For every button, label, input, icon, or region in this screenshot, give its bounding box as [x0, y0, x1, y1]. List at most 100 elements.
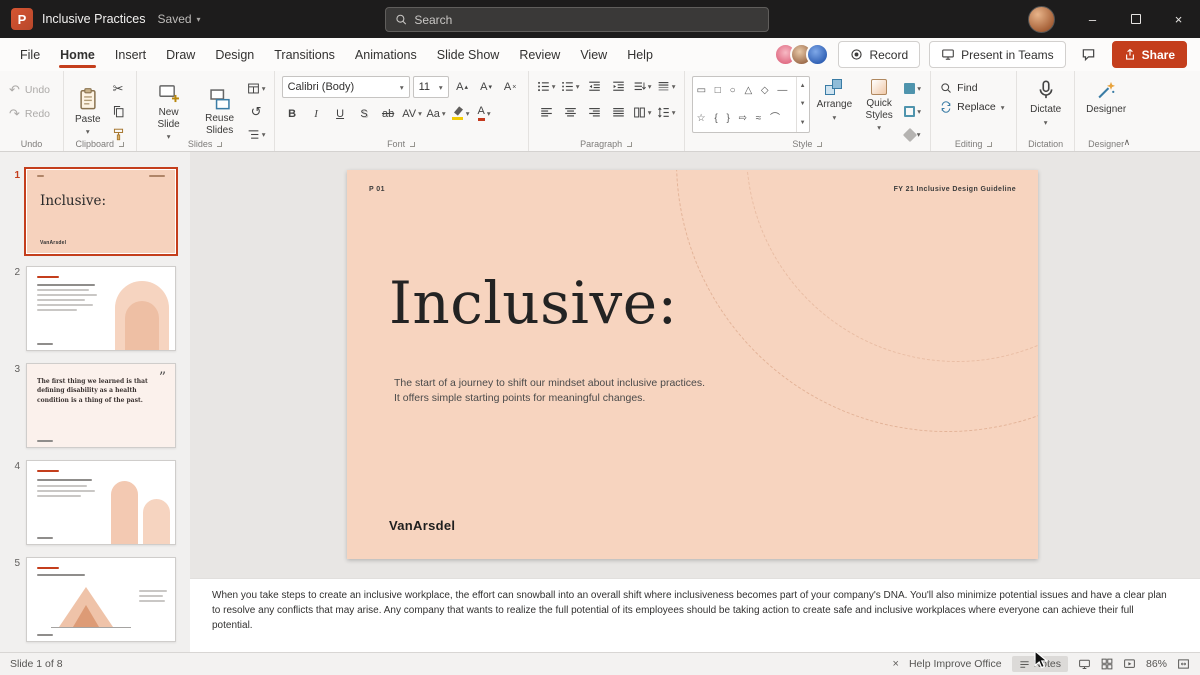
slide-thumbnail-preview[interactable] — [26, 266, 176, 351]
shape-outline-button[interactable]: ▾ — [902, 101, 923, 122]
gallery-more-button[interactable]: ▼ — [797, 114, 809, 132]
record-button[interactable]: Record — [838, 41, 920, 68]
notes-toggle-button[interactable]: Notes — [1012, 656, 1068, 672]
slide-layout-button[interactable]: ▾ — [246, 78, 267, 99]
designer-button[interactable]: Designer — [1082, 76, 1130, 116]
maximize-button[interactable] — [1114, 0, 1157, 38]
align-right-button[interactable] — [584, 102, 605, 123]
search-box[interactable] — [385, 7, 769, 32]
speaker-notes-text[interactable]: When you take steps to create an inclusi… — [212, 588, 1170, 633]
redo-button[interactable]: ↷ Redo — [9, 106, 54, 122]
tab-home[interactable]: Home — [50, 38, 105, 71]
decrease-font-size-button[interactable]: A▾ — [476, 77, 497, 98]
font-family-select[interactable]: Calibri (Body) ▾ — [282, 76, 410, 98]
dictate-button[interactable]: Dictate ▾ — [1024, 76, 1067, 127]
slideshow-view-button[interactable] — [1123, 658, 1136, 670]
slides-dialog-launcher[interactable] — [217, 142, 222, 147]
text-direction-button[interactable]: ▾ — [632, 76, 653, 97]
quick-styles-button[interactable]: Quick Styles ▾ — [859, 76, 899, 133]
tab-slide-show[interactable]: Slide Show — [427, 38, 510, 71]
slide-thumbnail-2[interactable]: 2 — [8, 266, 190, 351]
reset-slide-button[interactable]: ↺ — [246, 101, 267, 122]
reuse-slides-button[interactable]: Reuse Slides — [197, 85, 243, 136]
comments-button[interactable] — [1075, 41, 1103, 68]
fit-slide-to-window-button[interactable] — [1177, 658, 1190, 670]
slide-thumbnail-preview[interactable]: The first thing we learned is that defin… — [26, 363, 176, 448]
slide-thumbnail-preview[interactable]: Inclusive: VanArsdel — [26, 169, 176, 254]
tab-view[interactable]: View — [570, 38, 617, 71]
coauthor-avatar[interactable] — [806, 43, 829, 66]
undo-button[interactable]: ↶ Undo — [9, 82, 54, 98]
decrease-indent-button[interactable] — [584, 76, 605, 97]
gallery-up-button[interactable]: ▲ — [797, 77, 809, 95]
style-dialog-launcher[interactable] — [817, 142, 822, 147]
text-shadow-button[interactable]: S — [354, 103, 375, 124]
shapes-gallery[interactable]: ▭ □ ○ △ ◇ — ☆ { } ⇨ ≈ ⌒ ▲ ▼ ▼ — [692, 76, 810, 133]
clear-formatting-button[interactable]: A× — [500, 77, 521, 98]
notes-pane[interactable]: When you take steps to create an inclusi… — [190, 578, 1200, 652]
share-button[interactable]: Share — [1112, 41, 1187, 68]
tab-help[interactable]: Help — [617, 38, 663, 71]
paste-button[interactable]: Paste ▾ — [71, 84, 105, 137]
replace-button[interactable]: Replace ▾ — [940, 101, 1007, 113]
tab-file[interactable]: File — [10, 38, 50, 71]
tab-draw[interactable]: Draw — [156, 38, 205, 71]
new-slide-button[interactable]: New Slide ▾ — [144, 79, 194, 142]
character-spacing-button[interactable]: AV▾ — [402, 103, 423, 124]
slide-sorter-view-button[interactable] — [1101, 658, 1113, 670]
copy-button[interactable] — [108, 101, 129, 122]
close-button[interactable]: × — [1157, 0, 1200, 38]
italic-button[interactable]: I — [306, 103, 327, 124]
bullets-button[interactable]: ▾ — [536, 76, 557, 97]
font-dialog-launcher[interactable] — [410, 142, 415, 147]
user-avatar[interactable] — [1028, 6, 1055, 33]
bold-button[interactable]: B — [282, 103, 303, 124]
save-status-dropdown[interactable]: Saved ▾ — [158, 12, 201, 26]
tab-insert[interactable]: Insert — [105, 38, 156, 71]
strikethrough-button[interactable]: ab — [378, 103, 399, 124]
slide-thumbnail-preview[interactable] — [26, 557, 176, 642]
help-improve-office-link[interactable]: Help Improve Office — [909, 658, 1002, 670]
collapse-ribbon-button[interactable]: ∧ — [1124, 137, 1131, 148]
slide-thumbnail-preview[interactable] — [26, 460, 176, 545]
cut-button[interactable]: ✂ — [108, 78, 129, 99]
editing-dialog-launcher[interactable] — [987, 142, 992, 147]
columns-button[interactable]: ▾ — [632, 102, 653, 123]
underline-button[interactable]: U — [330, 103, 351, 124]
justify-button[interactable] — [608, 102, 629, 123]
align-text-button[interactable]: ▾ — [656, 76, 677, 97]
numbering-button[interactable]: ▾ — [560, 76, 581, 97]
slide-title[interactable]: Inclusive: — [389, 273, 678, 334]
clipboard-dialog-launcher[interactable] — [119, 142, 124, 147]
increase-indent-button[interactable] — [608, 76, 629, 97]
arrange-button[interactable]: Arrange ▾ — [813, 76, 857, 122]
slide-body-text[interactable]: The start of a journey to shift our mind… — [394, 376, 705, 406]
gallery-down-button[interactable]: ▼ — [797, 95, 809, 113]
tab-design[interactable]: Design — [205, 38, 264, 71]
change-case-button[interactable]: Aa▾ — [426, 103, 447, 124]
font-size-select[interactable]: 11 ▾ — [413, 76, 449, 98]
find-button[interactable]: Find — [940, 82, 1007, 94]
align-left-button[interactable] — [536, 102, 557, 123]
tab-transitions[interactable]: Transitions — [264, 38, 345, 71]
display-settings-button[interactable] — [1078, 658, 1091, 670]
tab-review[interactable]: Review — [509, 38, 570, 71]
search-input[interactable] — [414, 13, 759, 27]
paragraph-dialog-launcher[interactable] — [627, 142, 632, 147]
increase-font-size-button[interactable]: A▴ — [452, 77, 473, 98]
shape-fill-button[interactable]: ▾ — [902, 78, 923, 99]
minimize-button[interactable]: – — [1071, 0, 1114, 38]
line-spacing-button[interactable]: ▾ — [656, 102, 677, 123]
font-color-button[interactable]: A▾ — [474, 103, 495, 124]
slide-thumbnail-1[interactable]: 1 Inclusive: VanArsdel — [8, 169, 190, 254]
present-in-teams-button[interactable]: Present in Teams — [929, 41, 1066, 68]
zoom-level[interactable]: 86% — [1146, 658, 1167, 670]
slide-thumbnail-3[interactable]: 3 The first thing we learned is that def… — [8, 363, 190, 448]
dismiss-feedback-button[interactable]: × — [893, 658, 899, 670]
text-highlight-button[interactable]: ▾ — [450, 103, 471, 124]
align-center-button[interactable] — [560, 102, 581, 123]
slide-canvas[interactable]: P 01 FY 21 Inclusive Design Guideline In… — [347, 170, 1038, 559]
tab-animations[interactable]: Animations — [345, 38, 427, 71]
slide-thumbnail-5[interactable]: 5 — [8, 557, 190, 642]
slide-thumbnail-4[interactable]: 4 — [8, 460, 190, 545]
